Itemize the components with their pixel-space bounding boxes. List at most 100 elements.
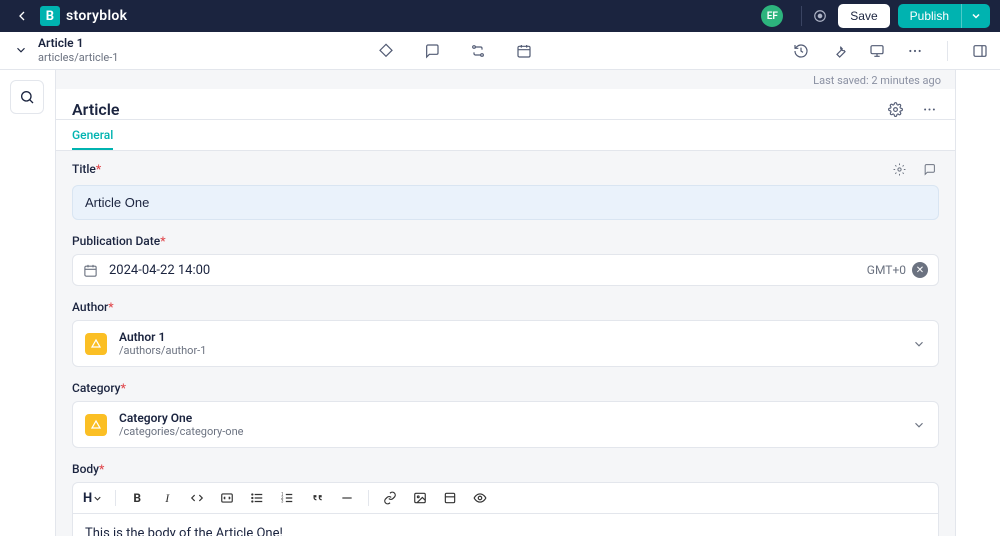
rte-bullet-list[interactable]: [248, 489, 266, 507]
wrench-icon: [831, 43, 847, 59]
last-saved: Last saved: 2 minutes ago: [56, 70, 955, 89]
field-body-label: Body*: [72, 462, 104, 476]
author-slug: /authors/author-1: [119, 344, 206, 357]
doc-slug: articles/article-1: [38, 51, 118, 64]
category-slug: /categories/category-one: [119, 425, 244, 438]
list-icon: [250, 491, 264, 505]
comments-button[interactable]: [422, 41, 442, 61]
publish-group: Publish: [898, 4, 990, 28]
chevron-down-icon: [14, 43, 28, 57]
tag-icon: [378, 43, 394, 59]
content-column: Last saved: 2 minutes ago Article Genera…: [55, 70, 956, 536]
preview-button[interactable]: [867, 41, 887, 61]
topbar: B storyblok EF Save Publish: [0, 0, 1000, 32]
codeblock-icon: [220, 491, 234, 505]
publish-button[interactable]: Publish: [898, 4, 961, 28]
save-button[interactable]: Save: [838, 4, 889, 28]
rte-italic[interactable]: I: [158, 489, 176, 507]
chevron-down-icon: [92, 493, 103, 504]
doc-title: Article 1: [38, 37, 118, 51]
quote-icon: [310, 491, 324, 505]
arrow-left-icon: [14, 8, 30, 24]
calendar-icon: [83, 263, 98, 278]
tab-general[interactable]: General: [72, 120, 113, 150]
field-title: Title*: [72, 159, 939, 220]
field-author-label: Author*: [72, 300, 114, 314]
field-body: Body* H B I 123: [72, 462, 939, 536]
field-category: Category* Category One /categories/categ…: [72, 381, 939, 448]
gear-icon: [893, 163, 906, 176]
search-button[interactable]: [10, 80, 44, 114]
layout-icon: [972, 43, 988, 59]
link-icon: [383, 491, 397, 505]
rte-toolbar: H B I 123: [73, 483, 938, 514]
author-selector[interactable]: Author 1 /authors/author-1: [72, 320, 939, 367]
rte-code-block[interactable]: [218, 489, 236, 507]
schedule-button[interactable]: [514, 41, 534, 61]
chevron-down-icon: [970, 10, 982, 22]
comment-icon: [424, 43, 440, 59]
layout-toggle[interactable]: [970, 41, 990, 61]
body-content[interactable]: This is the body of the Article One!: [73, 514, 938, 536]
tags-button[interactable]: [376, 41, 396, 61]
body-editor: H B I 123: [72, 482, 939, 536]
calendar-icon: [516, 43, 532, 59]
divider: [947, 41, 948, 61]
pubdate-input[interactable]: 2024-04-22 14:00 GMT+0 ✕: [72, 254, 939, 286]
brand: B storyblok: [40, 6, 127, 26]
gear-icon: [888, 102, 903, 117]
field-pubdate: Publication Date* 2024-04-22 14:00 GMT+0…: [72, 234, 939, 286]
reference-icon: [85, 414, 107, 436]
image-icon: [413, 491, 427, 505]
hr-icon: [340, 491, 354, 505]
ordered-list-icon: 123: [280, 491, 294, 505]
rte-image[interactable]: [411, 489, 429, 507]
rte-hr[interactable]: [338, 489, 356, 507]
more-button[interactable]: [905, 41, 925, 61]
workflow-icon: [470, 43, 486, 59]
eye-icon: [473, 491, 487, 505]
field-comment-button[interactable]: [919, 159, 939, 179]
title-input[interactable]: [72, 185, 939, 220]
field-author: Author* Author 1 /authors/author-1: [72, 300, 939, 367]
collapse-toggle[interactable]: [10, 39, 32, 61]
history-icon: [793, 43, 809, 59]
rte-bold[interactable]: B: [128, 489, 146, 507]
left-rail: [0, 70, 55, 536]
field-category-label: Category*: [72, 381, 126, 395]
rte-inline-code[interactable]: [188, 489, 206, 507]
back-button[interactable]: [10, 8, 34, 24]
brand-name: storyblok: [66, 8, 127, 24]
user-avatar[interactable]: EF: [761, 5, 783, 27]
panel-heading: Article: [72, 100, 885, 119]
field-title-label: Title*: [72, 162, 101, 176]
field-settings-button[interactable]: [889, 159, 909, 179]
pubdate-clear[interactable]: ✕: [912, 262, 928, 278]
right-rail: [956, 70, 1000, 536]
rte-ordered-list[interactable]: 123: [278, 489, 296, 507]
record-icon[interactable]: [810, 6, 830, 26]
category-title: Category One: [119, 411, 244, 425]
category-selector[interactable]: Category One /categories/category-one: [72, 401, 939, 448]
more-icon: [922, 102, 937, 117]
svg-text:3: 3: [281, 499, 284, 504]
author-title: Author 1: [119, 330, 206, 344]
panel-settings-button[interactable]: [885, 99, 905, 119]
rte-preview[interactable]: [471, 489, 489, 507]
publish-dropdown[interactable]: [961, 4, 990, 28]
block-icon: [443, 491, 457, 505]
rte-quote[interactable]: [308, 489, 326, 507]
rte-block[interactable]: [441, 489, 459, 507]
pubdate-value: 2024-04-22 14:00: [109, 263, 867, 278]
rte-link[interactable]: [381, 489, 399, 507]
workflow-button[interactable]: [468, 41, 488, 61]
tools-button[interactable]: [829, 41, 849, 61]
search-icon: [19, 89, 35, 105]
separator: [801, 6, 802, 26]
rte-heading-selector[interactable]: H: [83, 491, 103, 506]
brand-logo: B: [40, 6, 60, 26]
reference-icon: [85, 333, 107, 355]
panel-more-button[interactable]: [919, 99, 939, 119]
history-button[interactable]: [791, 41, 811, 61]
code-icon: [190, 491, 204, 505]
